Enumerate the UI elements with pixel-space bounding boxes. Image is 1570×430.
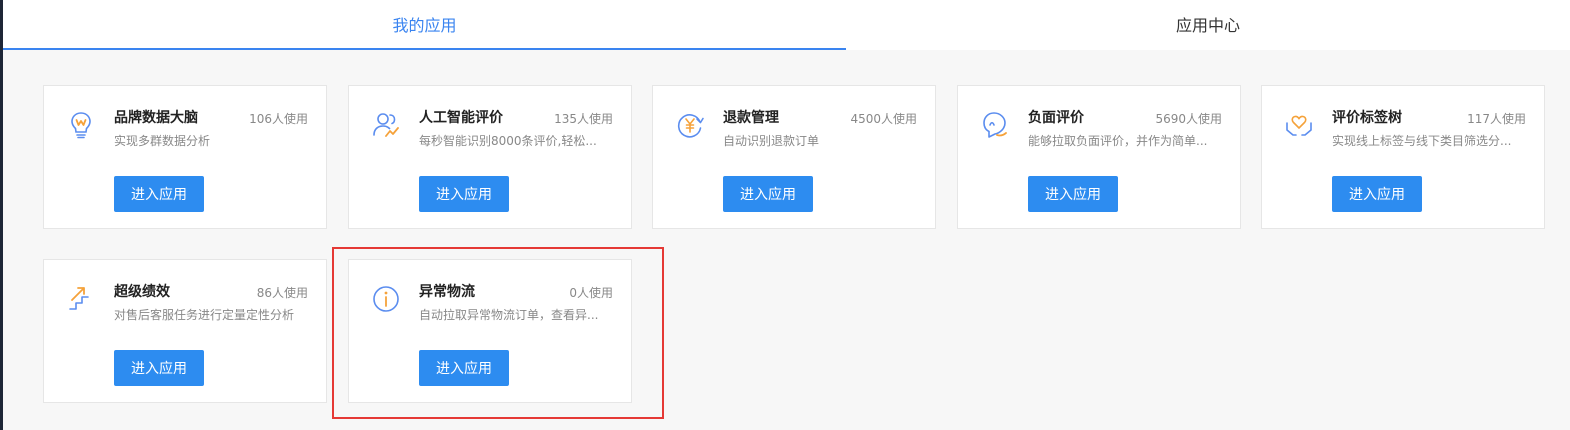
info-circle-icon <box>371 284 401 314</box>
app-card-refund-management: 退款管理 4500人使用 自动识别退款订单 进入应用 <box>652 85 936 229</box>
app-card-abnormal-logistics: 异常物流 0人使用 自动拉取异常物流订单，查看异... 进入应用 <box>348 259 632 403</box>
enter-app-button[interactable]: 进入应用 <box>419 350 509 386</box>
app-name: 退款管理 <box>723 110 779 126</box>
app-card-ai-review: 人工智能评价 135人使用 每秒智能识别8000条评价,轻松... 进入应用 <box>348 85 632 229</box>
app-description: 对售后客服任务进行定量定性分析 <box>114 308 295 322</box>
app-card-brand-data-brain: 品牌数据大脑 106人使用 实现多群数据分析 进入应用 <box>43 85 327 229</box>
app-description: 自动识别退款订单 <box>723 134 820 148</box>
app-user-count: 117人使用 <box>1467 112 1526 126</box>
app-user-count: 86人使用 <box>256 286 308 300</box>
app-card-grid: 品牌数据大脑 106人使用 实现多群数据分析 进入应用 人工智能评价 135人使… <box>3 0 1570 430</box>
app-name: 超级绩效 <box>114 284 170 300</box>
app-user-count: 0人使用 <box>569 286 613 300</box>
app-description: 每秒智能识别8000条评价,轻松... <box>419 134 597 148</box>
app-description: 实现线上标签与线下类目筛选分... <box>1332 134 1512 148</box>
ai-users-icon <box>371 110 401 140</box>
enter-app-button[interactable]: 进入应用 <box>114 176 204 212</box>
app-description: 自动拉取异常物流订单，查看异... <box>419 308 599 322</box>
app-description: 实现多群数据分析 <box>114 134 211 148</box>
enter-app-button[interactable]: 进入应用 <box>723 176 813 212</box>
app-card-super-performance: 超级绩效 86人使用 对售后客服任务进行定量定性分析 进入应用 <box>43 259 327 403</box>
app-card-negative-review: 负面评价 5690人使用 能够拉取负面评价，并作为简单... 进入应用 <box>957 85 1241 229</box>
app-name: 人工智能评价 <box>419 110 503 126</box>
stairs-arrow-icon <box>66 284 96 314</box>
app-name: 品牌数据大脑 <box>114 110 198 126</box>
app-user-count: 5690人使用 <box>1155 112 1222 126</box>
app-user-count: 135人使用 <box>554 112 613 126</box>
enter-app-button[interactable]: 进入应用 <box>1028 176 1118 212</box>
negative-face-icon <box>980 110 1010 140</box>
heart-hands-icon <box>1284 110 1314 140</box>
enter-app-button[interactable]: 进入应用 <box>1332 176 1422 212</box>
app-name: 评价标签树 <box>1332 110 1402 126</box>
lightbulb-brain-icon <box>66 110 96 140</box>
enter-app-button[interactable]: 进入应用 <box>419 176 509 212</box>
app-description: 能够拉取负面评价，并作为简单... <box>1028 134 1208 148</box>
refund-yen-icon <box>675 110 705 140</box>
app-user-count: 4500人使用 <box>850 112 917 126</box>
app-user-count: 106人使用 <box>249 112 308 126</box>
app-name: 异常物流 <box>419 284 475 300</box>
app-page: 我的应用 应用中心 品牌数据大脑 106人使用 实现多群数据分析 进入应用 人工… <box>3 0 1570 430</box>
app-name: 负面评价 <box>1028 110 1084 126</box>
app-card-review-tag-tree: 评价标签树 117人使用 实现线上标签与线下类目筛选分... 进入应用 <box>1261 85 1545 229</box>
enter-app-button[interactable]: 进入应用 <box>114 350 204 386</box>
